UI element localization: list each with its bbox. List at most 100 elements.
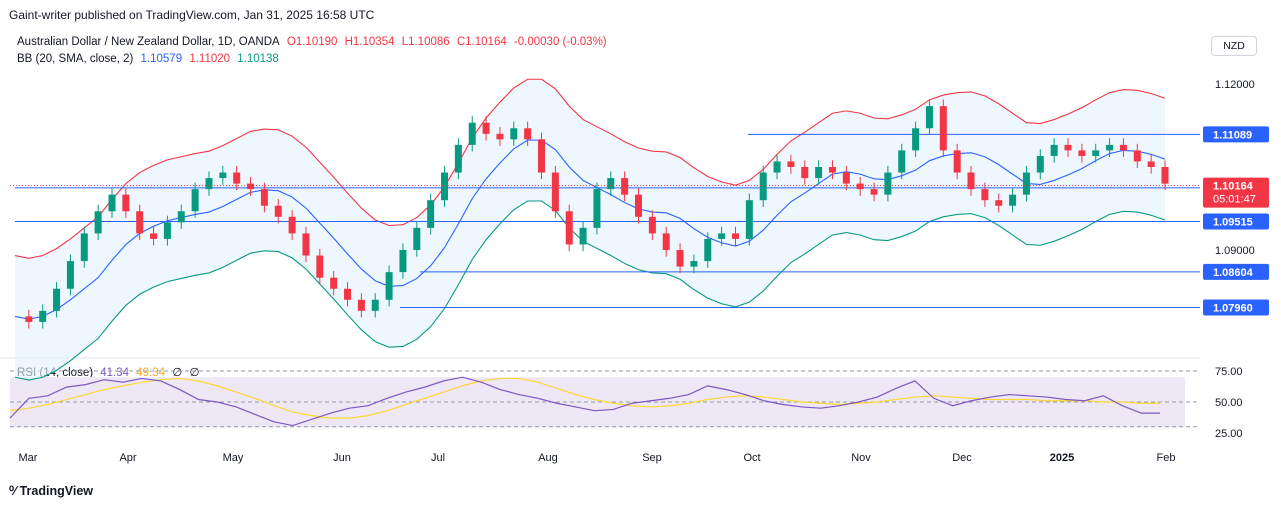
- rsi-tick-label: 50.00: [1215, 397, 1243, 409]
- candle-body: [1106, 144, 1114, 151]
- candle-body: [1064, 144, 1072, 151]
- x-axis-label: Mar: [19, 452, 38, 464]
- x-axis-label: Oct: [743, 452, 760, 464]
- candle-body: [454, 144, 462, 173]
- candle-body: [1133, 150, 1141, 162]
- candle-body: [150, 233, 158, 239]
- candle-body: [787, 161, 795, 167]
- candle-body: [870, 189, 878, 195]
- candle-body: [981, 189, 989, 201]
- candle-body: [662, 233, 670, 250]
- rsi-tick-label: 75.00: [1215, 366, 1243, 378]
- candle-body: [25, 316, 33, 322]
- candle-body: [939, 106, 947, 151]
- candle-body: [344, 288, 352, 300]
- bb-fill: [15, 79, 1165, 381]
- candle-body: [1161, 167, 1169, 184]
- candle-body: [745, 200, 753, 239]
- candle-body: [607, 178, 615, 190]
- candle-body: [177, 211, 185, 223]
- candle-body: [219, 172, 227, 179]
- rsi-tick-label: 25.00: [1215, 428, 1243, 440]
- candle-body: [1050, 144, 1058, 156]
- candle-body: [565, 211, 573, 245]
- candle-body: [441, 172, 449, 201]
- candle-body: [247, 183, 255, 190]
- candle-body: [773, 161, 781, 173]
- candle-body: [191, 189, 199, 212]
- candle-body: [690, 261, 698, 267]
- candle-body: [80, 233, 88, 262]
- candle-body: [912, 128, 920, 151]
- candle-body: [953, 150, 961, 173]
- candle-body: [801, 167, 809, 179]
- candle-body: [925, 106, 933, 129]
- candle-body: [399, 250, 407, 273]
- candle-body: [731, 233, 739, 239]
- candle-body: [205, 178, 213, 190]
- x-axis-label: Aug: [538, 452, 558, 464]
- candle-body: [1022, 172, 1030, 195]
- candle-body: [94, 211, 102, 234]
- x-axis-label: Feb: [1157, 452, 1176, 464]
- candle-body: [468, 122, 476, 145]
- candle-body: [39, 310, 47, 322]
- candle-body: [828, 167, 836, 173]
- candle-body: [163, 222, 171, 239]
- candle-body: [1078, 150, 1086, 156]
- x-axis-label: Dec: [952, 452, 972, 464]
- candle-body: [66, 261, 74, 289]
- candle-body: [1009, 194, 1017, 206]
- x-axis-label: Nov: [851, 452, 871, 464]
- countdown-label: 05:01:47: [1213, 194, 1256, 206]
- candle-body: [676, 250, 684, 267]
- candle-body: [538, 139, 546, 173]
- candle-body: [385, 272, 393, 300]
- candle-body: [718, 233, 726, 239]
- candle-body: [233, 172, 241, 184]
- x-axis-label: Jun: [333, 452, 351, 464]
- candle-body: [648, 216, 656, 234]
- level-price-label: 1.08604: [1213, 267, 1254, 279]
- price-tick-label: 1.09000: [1215, 245, 1255, 257]
- candle-body: [53, 288, 61, 311]
- x-axis-label: 2025: [1050, 452, 1074, 464]
- candle-body: [496, 133, 504, 140]
- candle-body: [274, 205, 282, 217]
- candle-body: [1147, 161, 1155, 167]
- candle-body: [288, 216, 296, 234]
- candle-body: [357, 299, 365, 311]
- candle-body: [551, 172, 559, 212]
- price-tick-label: 1.12000: [1215, 79, 1255, 91]
- candle-body: [316, 255, 324, 278]
- candle-body: [995, 200, 1003, 206]
- candle-body: [579, 227, 587, 245]
- candle-body: [884, 172, 892, 195]
- candle-body: [260, 189, 268, 206]
- candle-body: [898, 150, 906, 173]
- candle-body: [967, 172, 975, 190]
- candle-body: [593, 189, 601, 228]
- x-axis-label: Sep: [642, 452, 662, 464]
- x-axis-label: Apr: [119, 452, 136, 464]
- candle-body: [330, 277, 338, 289]
- candle-body: [524, 128, 532, 140]
- candle-body: [1119, 144, 1127, 151]
- candle-body: [510, 128, 518, 140]
- price-chart[interactable]: 1.12000 1.09000 75.00 50.00 25.00 Mar Apr May Ju…: [0, 0, 1281, 508]
- x-axis-label: May: [223, 452, 244, 464]
- candle-body: [815, 167, 823, 179]
- last-price-label: 1.10164: [1213, 181, 1254, 193]
- level-price-label: 1.09515: [1213, 217, 1253, 229]
- candle-body: [122, 194, 130, 212]
- candle-body: [856, 183, 864, 190]
- candle-body: [302, 233, 310, 256]
- candle-body: [1092, 150, 1100, 156]
- candle-body: [136, 211, 144, 234]
- candle-body: [482, 122, 490, 134]
- candle-body: [621, 178, 629, 195]
- x-axis-label: Jul: [431, 452, 445, 464]
- candle-body: [634, 194, 642, 217]
- level-price-label: 1.07960: [1213, 303, 1253, 315]
- candle-body: [108, 194, 116, 212]
